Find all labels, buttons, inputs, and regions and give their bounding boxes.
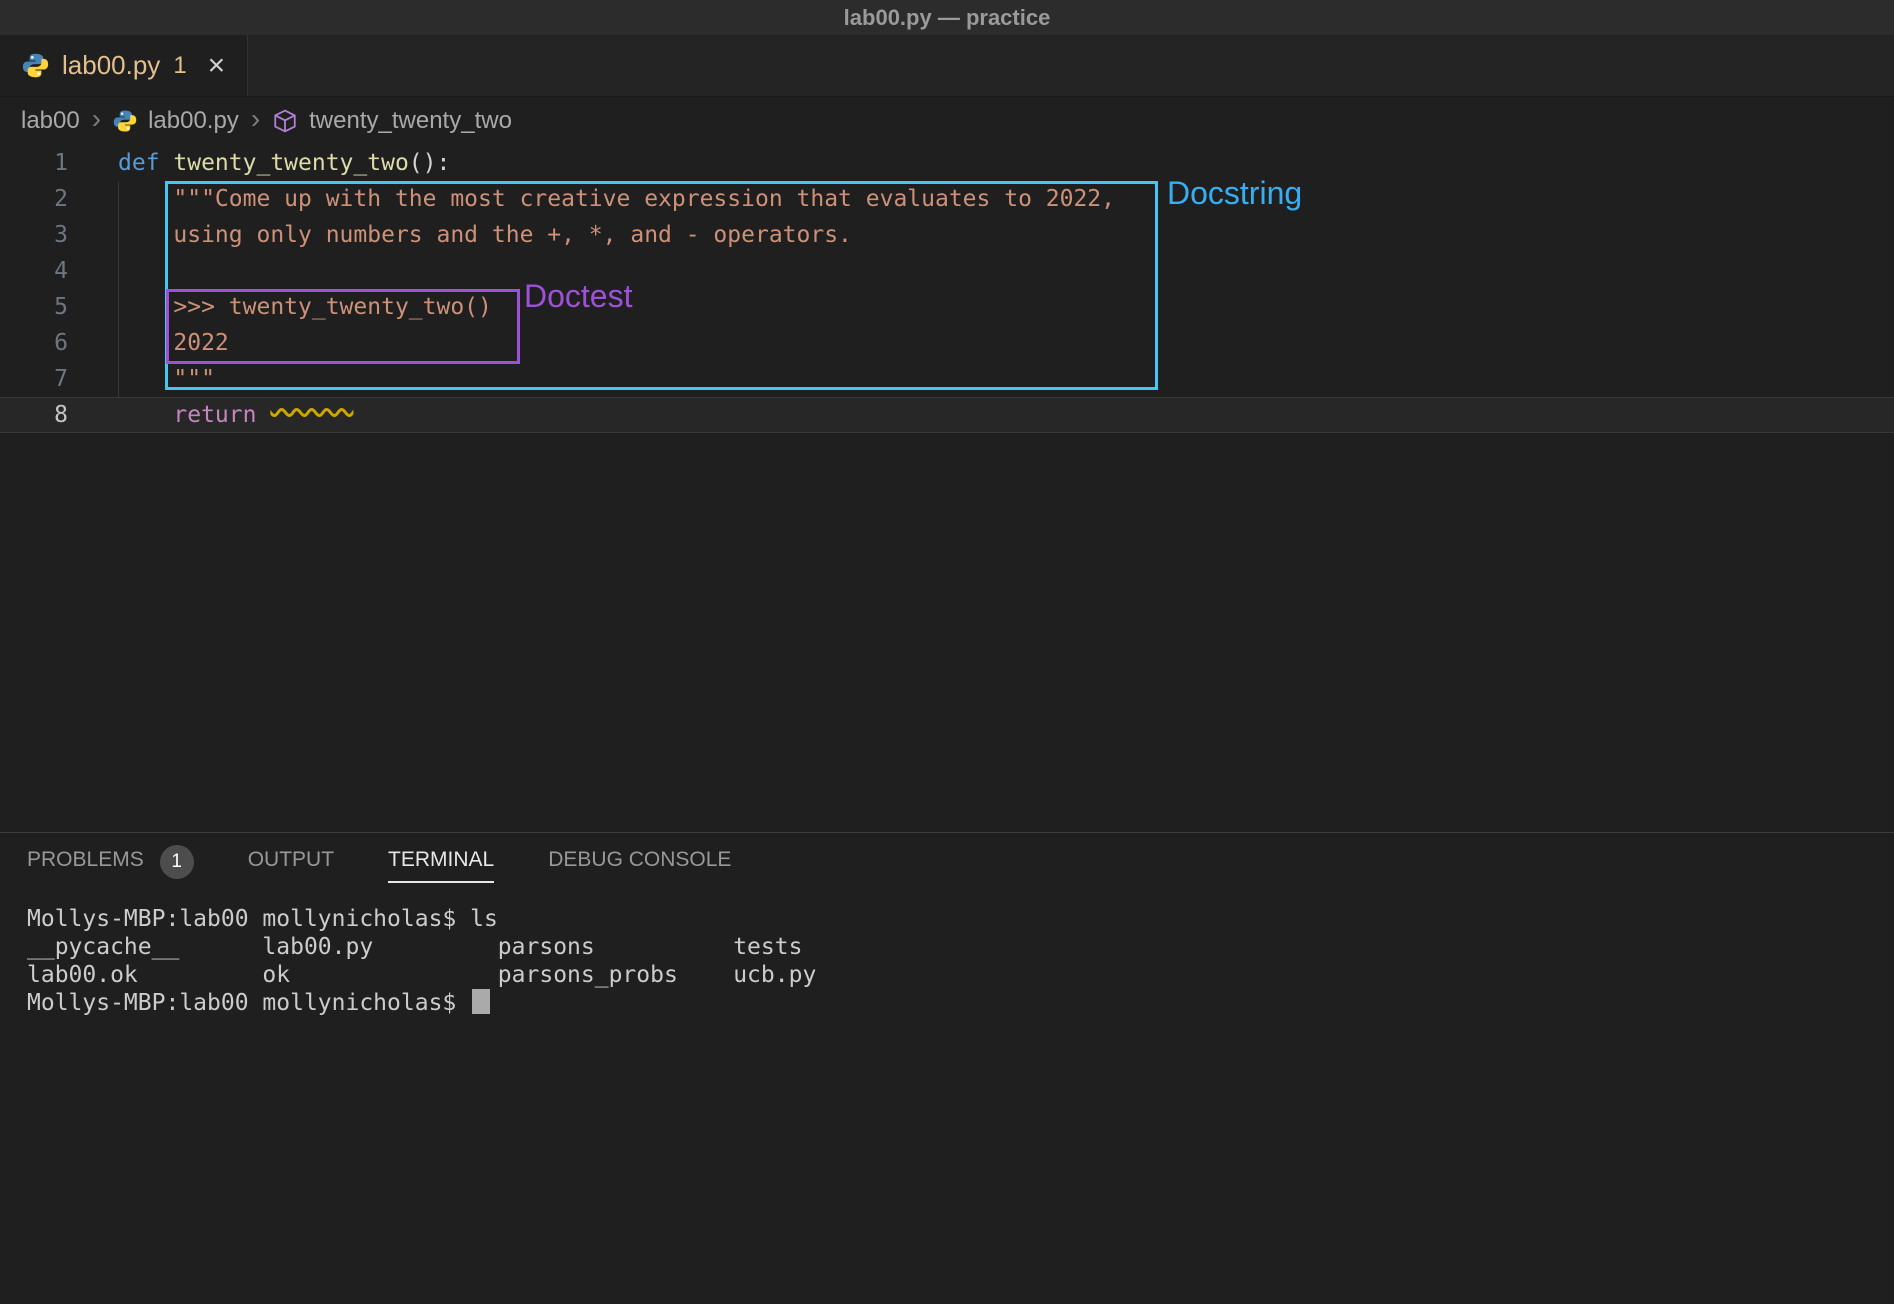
code-text: def twenty_twenty_two(): — [118, 145, 450, 181]
tab-lab00-py[interactable]: lab00.py 1 × — [0, 35, 248, 96]
code-text: using only numbers and the +, *, and - o… — [118, 217, 852, 253]
code-editor[interactable]: 1def twenty_twenty_two():2 """Come up wi… — [0, 145, 1894, 832]
code-line-2[interactable]: 2 """Come up with the most creative expr… — [0, 181, 1894, 217]
code-text: >>> twenty_twenty_two() — [118, 289, 492, 325]
code-text: """ — [118, 361, 215, 397]
terminal[interactable]: Mollys-MBP:lab00 mollynicholas$ ls__pyca… — [0, 897, 1894, 1017]
breadcrumb-symbol[interactable]: twenty_twenty_two — [309, 107, 512, 135]
line-number: 8 — [0, 397, 100, 433]
terminal-line: Mollys-MBP:lab00 mollynicholas$ — [27, 989, 1894, 1017]
panel-tab-label: OUTPUT — [248, 848, 334, 883]
line-number: 6 — [0, 325, 100, 361]
editor-tab-bar: lab00.py 1 × — [0, 35, 1894, 97]
breadcrumb-file[interactable]: lab00.py — [148, 107, 239, 135]
chevron-right-icon: › — [91, 105, 102, 137]
problems-count-badge: 1 — [160, 845, 194, 879]
code-line-6[interactable]: 6 2022 — [0, 325, 1894, 361]
line-number: 4 — [0, 253, 100, 289]
terminal-line: lab00.ok ok parsons_probs ucb.py — [27, 961, 1894, 989]
panel-tab-debug-console[interactable]: DEBUG CONSOLE — [548, 848, 731, 883]
terminal-line: Mollys-MBP:lab00 mollynicholas$ ls — [27, 905, 1894, 933]
panel-tab-problems[interactable]: PROBLEMS 1 — [27, 845, 194, 885]
line-number: 5 — [0, 289, 100, 325]
code-line-4[interactable]: 4 — [0, 253, 1894, 289]
bottom-panel: PROBLEMS 1 OUTPUT TERMINAL DEBUG CONSOLE Mol… — [0, 832, 1894, 1304]
python-icon — [113, 109, 137, 133]
panel-tab-label: DEBUG CONSOLE — [548, 848, 731, 883]
breadcrumb-folder[interactable]: lab00 — [21, 107, 80, 135]
code-text: return ______ — [118, 397, 353, 433]
line-number: 7 — [0, 361, 100, 397]
symbol-cube-icon — [272, 108, 298, 134]
breadcrumb: lab00 › lab00.py › twenty_twenty_two — [0, 97, 1894, 145]
terminal-cursor — [472, 989, 490, 1014]
line-number: 3 — [0, 217, 100, 253]
python-icon — [22, 52, 49, 79]
code-text: """Come up with the most creative expres… — [118, 181, 1115, 217]
panel-tab-output[interactable]: OUTPUT — [248, 848, 334, 883]
code-line-1[interactable]: 1 def twenty_twenty_two(): — [0, 145, 1894, 181]
warning-squiggle: ______ — [270, 402, 353, 428]
line-number: 2 — [0, 181, 100, 217]
panel-tab-bar: PROBLEMS 1 OUTPUT TERMINAL DEBUG CONSOLE — [0, 833, 1894, 897]
code-line-3[interactable]: 3 using only numbers and the +, *, and -… — [0, 217, 1894, 253]
chevron-right-icon: › — [250, 105, 261, 137]
close-icon[interactable]: × — [208, 51, 226, 81]
window-title: lab00.py — practice — [844, 5, 1051, 31]
code-text: 2022 — [118, 325, 229, 361]
code-line-5[interactable]: 5 >>> twenty_twenty_two() — [0, 289, 1894, 325]
line-number: 1 — [0, 145, 100, 181]
panel-tab-terminal[interactable]: TERMINAL — [388, 848, 494, 883]
code-line-7[interactable]: 7 """ — [0, 361, 1894, 397]
tab-problem-count: 1 — [173, 52, 186, 80]
tab-label: lab00.py — [62, 50, 160, 81]
code-line-8[interactable]: 8 return ______ — [0, 397, 1894, 433]
terminal-line: __pycache__ lab00.py parsons tests — [27, 933, 1894, 961]
panel-tab-label: PROBLEMS — [27, 848, 144, 883]
window-titlebar: lab00.py — practice — [0, 0, 1894, 35]
panel-tab-label: TERMINAL — [388, 848, 494, 883]
